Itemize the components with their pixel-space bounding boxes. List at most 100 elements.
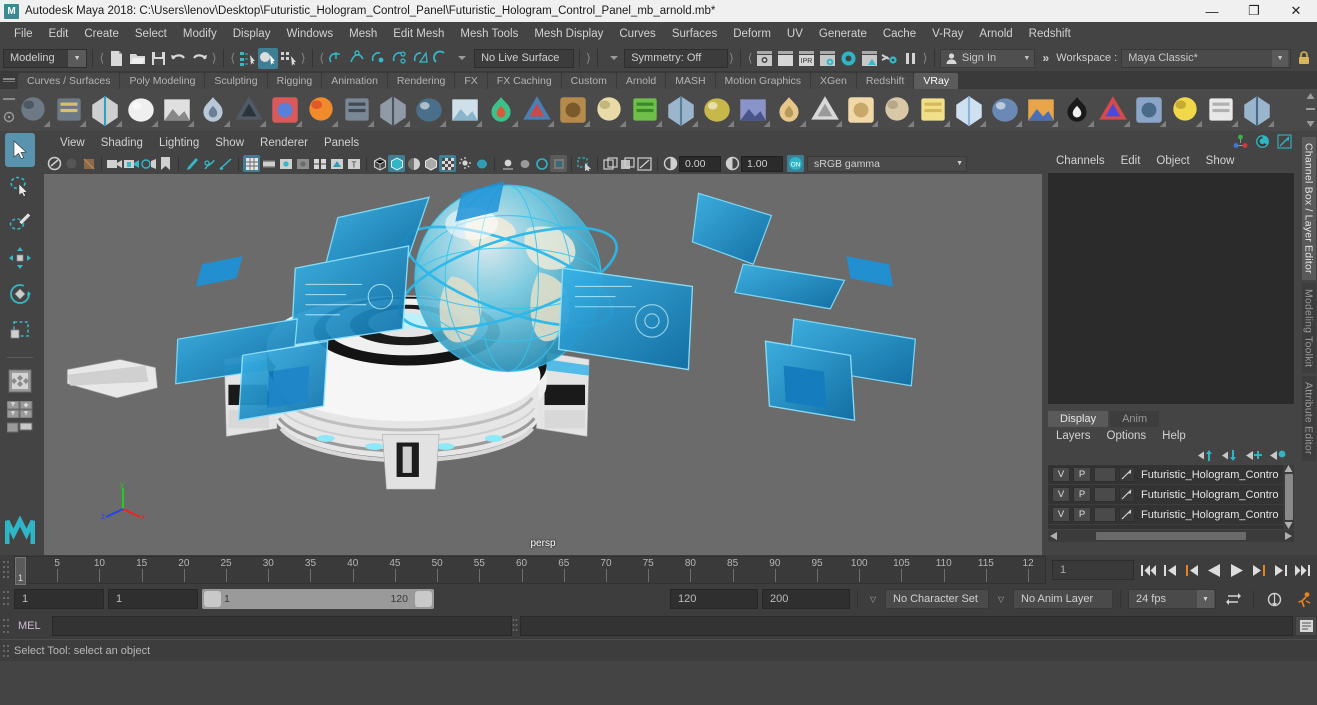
shelf-tab-fx-caching[interactable]: FX Caching [487, 73, 561, 89]
open-scene-icon[interactable] [127, 48, 148, 69]
range-slider[interactable]: 1 120 [202, 589, 434, 609]
display-layer-row[interactable]: V P Futuristic_Hologram_Contro [1048, 465, 1294, 485]
shelf-scroll-controls[interactable] [1303, 89, 1317, 131]
shelf-tab-curves-surfaces[interactable]: Curves / Surfaces [18, 73, 120, 89]
menu-generate[interactable]: Generate [811, 25, 875, 43]
play-backwards-button[interactable] [1204, 559, 1225, 581]
film-gate-icon[interactable] [260, 155, 277, 172]
move-layer-up-icon[interactable] [1198, 449, 1214, 462]
bookmark-icon[interactable] [157, 155, 174, 172]
screen-space-ao-icon[interactable] [499, 155, 516, 172]
vray-proxy-icon[interactable] [196, 93, 230, 127]
snap-to-point-icon[interactable] [367, 48, 388, 69]
animation-start-field[interactable]: 1 [14, 589, 104, 609]
play-forwards-button[interactable] [1226, 559, 1247, 581]
shelf-tab-vray[interactable]: VRay [914, 73, 959, 89]
workspace-selector[interactable]: Maya Classic* ▼ [1121, 48, 1292, 68]
vray-material-icon[interactable] [268, 93, 302, 127]
hypershade-icon[interactable] [838, 48, 859, 69]
viewport-canvas[interactable]: y x z persp [44, 174, 1042, 555]
move-tool-button[interactable] [5, 241, 35, 275]
vray-settings-icon[interactable] [1132, 93, 1166, 127]
vray-sun-icon[interactable] [844, 93, 878, 127]
menu-deform[interactable]: Deform [725, 25, 779, 43]
vray-fire-icon[interactable] [304, 93, 338, 127]
layer-visibility-toggle[interactable]: V [1052, 487, 1070, 502]
maximize-button[interactable]: ❐ [1233, 0, 1275, 22]
resolution-gate-icon[interactable] [277, 155, 294, 172]
xray-active-components-icon[interactable]: T [345, 155, 362, 172]
shelf-tab-redshift[interactable]: Redshift [856, 73, 914, 89]
command-line-splitter[interactable] [512, 616, 520, 636]
vray-camera-icon[interactable] [232, 93, 266, 127]
command-language-label[interactable]: MEL [14, 620, 52, 632]
tear-off-pane-icon[interactable] [636, 155, 653, 172]
two-pane-layout-button[interactable] [5, 418, 35, 436]
current-time-indicator[interactable]: 1 [15, 557, 26, 585]
time-slider-grip-icon[interactable] [2, 559, 12, 581]
shelf-tab-rendering[interactable]: Rendering [387, 73, 455, 89]
camera-settings-icon[interactable] [140, 155, 157, 172]
expander-right-icon[interactable]: ⟩ [299, 49, 307, 67]
grid-display-icon[interactable] [243, 155, 260, 172]
ik-handle-icon[interactable] [200, 155, 217, 172]
menu-arnold[interactable]: Arnold [971, 25, 1020, 43]
undo-icon[interactable] [169, 48, 190, 69]
redo-icon[interactable] [189, 48, 210, 69]
select-tool-button[interactable] [5, 133, 35, 167]
vray-sphere-mat-icon[interactable] [988, 93, 1022, 127]
snap-to-curve-icon[interactable] [346, 48, 367, 69]
smooth-shade-all-icon[interactable] [388, 155, 405, 172]
range-slider-grip-icon[interactable] [2, 588, 12, 610]
textured-display-icon[interactable] [439, 155, 456, 172]
gamma-icon[interactable] [724, 155, 741, 172]
xray-display-icon[interactable] [311, 155, 328, 172]
auto-keyframe-button[interactable] [1261, 591, 1287, 608]
channelbox-menu-edit[interactable]: Edit [1113, 153, 1149, 169]
range-end-field[interactable]: 120 [670, 589, 758, 609]
vray-logo-icon[interactable] [124, 93, 158, 127]
vertical-tab-attribute-editor[interactable]: Attribute Editor [1301, 376, 1316, 461]
expander-left-icon[interactable]: ⟨ [98, 49, 106, 67]
loop-playback-button[interactable] [1220, 592, 1246, 606]
vray-dome-light-icon[interactable] [556, 93, 590, 127]
layer-list-scrollbar[interactable] [1283, 465, 1294, 529]
viewport-menu-show[interactable]: Show [207, 135, 252, 151]
vray-render-save-icon[interactable] [16, 93, 50, 127]
smooth-shade-selected-icon[interactable] [405, 155, 422, 172]
shelf-tab-grip-icon[interactable] [2, 74, 16, 86]
multisample-aa-icon[interactable] [533, 155, 550, 172]
color-management-toggle-icon[interactable]: ON [787, 155, 804, 172]
menu-modify[interactable]: Modify [175, 25, 225, 43]
shelf-tab-xgen[interactable]: XGen [811, 73, 856, 89]
redo-previous-render-icon[interactable] [775, 48, 796, 69]
make-live-icon[interactable] [430, 48, 451, 69]
channel-box-icon[interactable] [1233, 134, 1248, 149]
shelf-tab-rigging[interactable]: Rigging [267, 73, 322, 89]
gamma-value-field[interactable]: 1.00 [741, 155, 783, 172]
sketch-icon[interactable] [217, 155, 234, 172]
layer-shading-toggle[interactable] [1094, 487, 1116, 502]
hscroll-thumb[interactable] [1096, 532, 1246, 540]
lasso-select-tool-button[interactable] [5, 169, 35, 203]
vertical-tab-modeling-toolkit[interactable]: Modeling Toolkit [1301, 282, 1316, 373]
layer-color-swatch[interactable] [1119, 487, 1135, 502]
vray-sss-icon[interactable] [628, 93, 662, 127]
layer-color-swatch[interactable] [1119, 507, 1135, 522]
menu-mesh-display[interactable]: Mesh Display [526, 25, 611, 43]
wireframe-shading-icon[interactable] [371, 155, 388, 172]
scale-tool-button[interactable] [5, 313, 35, 347]
layer-menu-options[interactable]: Options [1099, 429, 1155, 443]
shelf-tab-custom[interactable]: Custom [561, 73, 616, 89]
vray-ies-light-icon[interactable] [808, 93, 842, 127]
help-line-grip-icon[interactable] [2, 643, 10, 662]
menu-cache[interactable]: Cache [875, 25, 924, 43]
layer-playback-toggle[interactable]: P [1073, 507, 1091, 522]
vray-displacement-icon[interactable] [376, 93, 410, 127]
expander-left-icon[interactable]: ⟨ [746, 49, 754, 67]
go-to-start-button[interactable] [1138, 559, 1159, 581]
select-by-hierarchy-icon[interactable] [237, 48, 258, 69]
four-view-layout-button[interactable] [5, 400, 35, 418]
camera-icon[interactable] [106, 155, 123, 172]
viewport-menu-view[interactable]: View [52, 135, 93, 151]
